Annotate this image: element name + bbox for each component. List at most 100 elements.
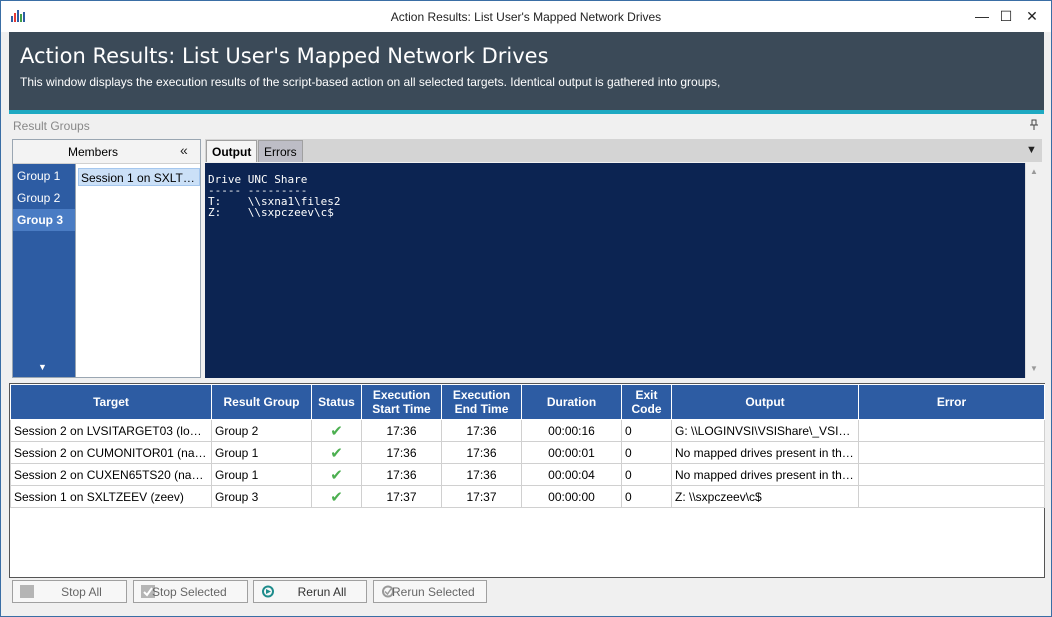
output-tab-bar: Output Errors [205, 139, 1042, 162]
result-groups-label: Result Groups [13, 119, 90, 133]
cell-duration: 00:00:01 [521, 441, 622, 464]
table-row[interactable]: Session 2 on CUMONITOR01 (nazyf) Group 1 ✔… [10, 441, 1045, 464]
cell-output: No mapped drives present in this us... [671, 463, 859, 486]
cell-status: ✔ [311, 441, 362, 464]
cell-start: 17:37 [361, 485, 442, 508]
column-header-execution-end-time[interactable]: Execution End Time [441, 384, 522, 420]
cell-error [858, 485, 1045, 508]
session-list: Session 1 on SXLTZEEV (zeev) [75, 164, 200, 377]
rerun-selected-button[interactable]: Rerun Selected [373, 580, 487, 603]
column-header-target[interactable]: Target [10, 384, 212, 420]
cell-start: 17:36 [361, 419, 442, 442]
table-row[interactable]: Session 1 on SXLTZEEV (zeev) Group 3 ✔ 17:3… [10, 485, 1045, 508]
cell-status: ✔ [311, 485, 362, 508]
members-header: Members « [13, 140, 200, 164]
banner-title: Action Results: List User's Mapped Netwo… [20, 44, 549, 68]
cell-end: 17:37 [441, 485, 522, 508]
cell-end: 17:36 [441, 419, 522, 442]
column-header-text: Output [745, 395, 785, 409]
column-header-text: Error [936, 395, 967, 409]
column-header-text: Result Group [223, 395, 300, 409]
check-icon: ✔ [330, 444, 343, 462]
check-icon: ✔ [330, 422, 343, 440]
header-banner: Action Results: List User's Mapped Netwo… [9, 32, 1044, 114]
pin-icon[interactable] [1029, 119, 1039, 131]
table-row[interactable]: Session 2 on CUXEN65TS20 (nazyf) Group 1 ✔… [10, 463, 1045, 486]
cell-duration: 00:00:04 [521, 463, 622, 486]
stop-all-button[interactable]: Stop All [12, 580, 127, 603]
results-table: Target Result Group Status Execution Start T… [10, 384, 1045, 508]
tab-output[interactable]: Output [206, 140, 258, 162]
column-header-text: Status [318, 395, 355, 409]
column-header-text: Start Time [372, 402, 431, 416]
cell-output: G: \\LOGINVSI\VSIShare\_VSI_... [671, 419, 859, 442]
check-icon: ✔ [330, 488, 343, 506]
title-bar: Action Results: List User's Mapped Netwo… [1, 1, 1051, 32]
column-header-execution-start-time[interactable]: Execution Start Time [361, 384, 442, 420]
rerun-all-button[interactable]: Rerun All [253, 580, 367, 603]
console-scrollbar[interactable]: ▲ ▼ [1025, 163, 1042, 378]
cell-output: Z: \\sxpczeev\c$ [671, 485, 859, 508]
cell-group: Group 2 [211, 419, 312, 442]
cell-duration: 00:00:00 [521, 485, 622, 508]
scroll-down-icon[interactable]: ▼ [1030, 364, 1038, 373]
stop-square-icon [20, 585, 34, 598]
cell-end: 17:36 [441, 463, 522, 486]
column-header-duration[interactable]: Duration [521, 384, 622, 420]
close-button[interactable]: ✕ [1019, 5, 1045, 27]
cell-status: ✔ [311, 419, 362, 442]
cell-exit-code: 0 [621, 485, 672, 508]
column-header-exit-code[interactable]: Exit Code [621, 384, 672, 420]
group-item-3[interactable]: Group 3 [13, 209, 75, 231]
results-grid: Target Result Group Status Execution Start T… [9, 383, 1045, 578]
rerun-all-label: Rerun All [297, 585, 347, 599]
scroll-up-icon[interactable]: ▲ [1030, 167, 1038, 176]
group-item-2[interactable]: Group 2 [13, 187, 75, 209]
members-title: Members [67, 145, 118, 159]
collapse-icon[interactable]: « [180, 142, 188, 158]
column-header-text: Code [631, 402, 662, 416]
column-header-text: Execution [372, 388, 431, 402]
column-header-status[interactable]: Status [311, 384, 362, 420]
table-body: Session 2 on LVSITARGET03 (loadtest) Grou… [10, 419, 1045, 508]
scroll-down-icon[interactable]: ▼ [38, 362, 47, 372]
cell-error [858, 441, 1045, 464]
table-row[interactable]: Session 2 on LVSITARGET03 (loadtest) Grou… [10, 419, 1045, 442]
column-header-text: End Time [454, 402, 509, 416]
cell-exit-code: 0 [621, 463, 672, 486]
cell-target: Session 1 on SXLTZEEV (zeev) [10, 485, 212, 508]
stop-selected-label: Stop Selected [152, 585, 227, 599]
cell-start: 17:36 [361, 441, 442, 464]
cell-duration: 00:00:16 [521, 419, 622, 442]
members-panel: Members « Group 1 Group 2 Group 3 ▼ Sess… [12, 139, 201, 378]
tabs-dropdown-icon[interactable]: ▼ [1026, 144, 1037, 156]
maximize-button[interactable]: ☐ [993, 5, 1019, 27]
console-text: Drive UNC Share ----- --------- T: \\sxn… [208, 173, 341, 219]
tab-errors[interactable]: Errors [258, 140, 303, 162]
cell-status: ✔ [311, 463, 362, 486]
action-results-window: Action Results: List User's Mapped Netwo… [0, 0, 1052, 617]
column-header-result-group[interactable]: Result Group [211, 384, 312, 420]
cell-error [858, 463, 1045, 486]
group-item-1[interactable]: Group 1 [13, 165, 75, 187]
cell-exit-code: 0 [621, 441, 672, 464]
session-item[interactable]: Session 1 on SXLTZEEV (zeev) [78, 168, 200, 186]
column-header-text: Exit [635, 388, 658, 402]
stop-all-label: Stop All [61, 585, 102, 599]
cell-end: 17:36 [441, 441, 522, 464]
cell-group: Group 1 [211, 441, 312, 464]
cell-group: Group 3 [211, 485, 312, 508]
output-console[interactable]: Drive UNC Share ----- --------- T: \\sxn… [205, 163, 1025, 378]
window-title: Action Results: List User's Mapped Netwo… [390, 10, 662, 24]
column-header-error[interactable]: Error [858, 384, 1045, 420]
cell-error [858, 419, 1045, 442]
rerun-selected-label: Rerun Selected [392, 585, 475, 599]
cell-target: Session 2 on CUXEN65TS20 (nazyf) [10, 463, 212, 486]
cell-exit-code: 0 [621, 419, 672, 442]
cell-output: No mapped drives present in this us... [671, 441, 859, 464]
minimize-button[interactable]: — [969, 5, 995, 27]
group-list: Group 1 Group 2 Group 3 ▼ [13, 164, 75, 377]
cell-start: 17:36 [361, 463, 442, 486]
stop-selected-button[interactable]: Stop Selected [133, 580, 248, 603]
column-header-output[interactable]: Output [671, 384, 859, 420]
